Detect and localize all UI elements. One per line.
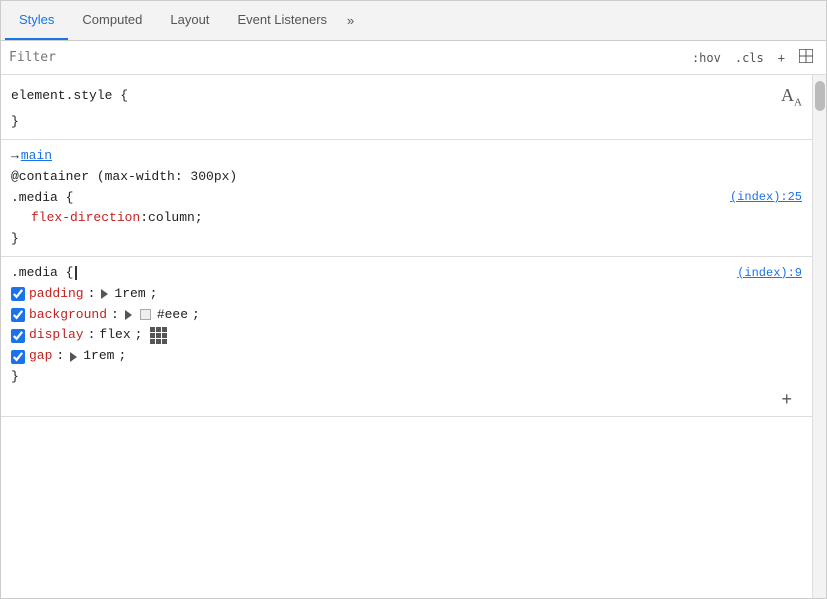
element-style-section: element.style { AA } (1, 75, 812, 140)
scrollbar-track[interactable] (812, 75, 826, 598)
arrow-symbol: → (11, 146, 19, 167)
container-source-link[interactable]: (index):25 (730, 188, 802, 207)
styles-content: element.style { AA } → main @container (… (1, 75, 812, 598)
main-link[interactable]: main (21, 146, 52, 167)
padding-expand-triangle[interactable] (101, 289, 108, 299)
padding-checkbox[interactable] (11, 287, 25, 301)
flex-direction-value: column (148, 208, 195, 229)
background-prop-line: background : #eee ; (11, 305, 802, 326)
container-query-line: @container (max-width: 300px) (11, 167, 802, 188)
tab-computed[interactable]: Computed (68, 1, 156, 40)
display-prop-name: display (29, 325, 84, 346)
background-checkbox[interactable] (11, 308, 25, 322)
background-prop-name: background (29, 305, 107, 326)
at-rule-text: @container (max-width: 300px) (11, 167, 237, 188)
media-selector-line-1: .media { (index):25 (11, 188, 802, 209)
flex-direction-line: flex-direction : column ; (11, 208, 802, 229)
arrow-main-line: → main (11, 146, 802, 167)
cursor-indicator (75, 266, 77, 280)
padding-value: 1rem (114, 284, 145, 305)
element-style-selector: element.style { (11, 86, 128, 107)
container-rule-close: } (11, 229, 802, 250)
element-style-selector-line: element.style { AA (11, 81, 802, 112)
filter-input[interactable] (9, 50, 679, 65)
gap-value: 1rem (83, 346, 114, 367)
media-rule-close: } (11, 367, 802, 388)
media-selector-line-2: .media { (index):9 (11, 263, 802, 284)
hov-button[interactable]: :hov (687, 49, 726, 67)
add-rule-button[interactable]: + (781, 390, 792, 408)
font-size-icon[interactable]: AA (781, 81, 802, 112)
display-checkbox[interactable] (11, 329, 25, 343)
section-footer: + (11, 388, 802, 410)
padding-prop-name: padding (29, 284, 84, 305)
tab-event-listeners[interactable]: Event Listeners (223, 1, 341, 40)
add-style-button[interactable]: + (773, 49, 790, 67)
scrollbar-thumb[interactable] (815, 81, 825, 111)
gap-expand-triangle[interactable] (70, 352, 77, 362)
media-rule-section: .media { (index):9 padding : 1rem ; bac (1, 257, 812, 417)
gap-checkbox[interactable] (11, 350, 25, 364)
background-color-swatch[interactable] (140, 309, 151, 320)
inspect-icon (799, 49, 813, 63)
toolbar-actions: :hov .cls + (687, 47, 818, 68)
media-selector-2: .media { (11, 263, 73, 284)
element-style-close-brace: } (11, 112, 802, 133)
content-wrapper: element.style { AA } → main @container (… (1, 75, 826, 598)
tab-layout[interactable]: Layout (156, 1, 223, 40)
flexbox-icon[interactable] (150, 327, 167, 344)
media-selector-1: .media { (11, 188, 73, 209)
gap-prop-name: gap (29, 346, 52, 367)
inspect-button[interactable] (794, 47, 818, 68)
tabs-overflow-button[interactable]: » (341, 5, 360, 36)
display-value: flex (99, 325, 130, 346)
media-source-link[interactable]: (index):9 (737, 264, 802, 283)
tab-styles[interactable]: Styles (5, 1, 68, 40)
container-rule-section: → main @container (max-width: 300px) .me… (1, 140, 812, 257)
background-value: #eee (157, 305, 188, 326)
devtools-panel: Styles Computed Layout Event Listeners »… (0, 0, 827, 599)
padding-prop-line: padding : 1rem ; (11, 284, 802, 305)
background-expand-triangle[interactable] (125, 310, 132, 320)
display-prop-line: display : flex ; (11, 325, 802, 346)
flex-direction-prop: flex-direction (31, 208, 140, 229)
tabs-bar: Styles Computed Layout Event Listeners » (1, 1, 826, 41)
filter-toolbar: :hov .cls + (1, 41, 826, 75)
gap-prop-line: gap : 1rem ; (11, 346, 802, 367)
cls-button[interactable]: .cls (730, 49, 769, 67)
